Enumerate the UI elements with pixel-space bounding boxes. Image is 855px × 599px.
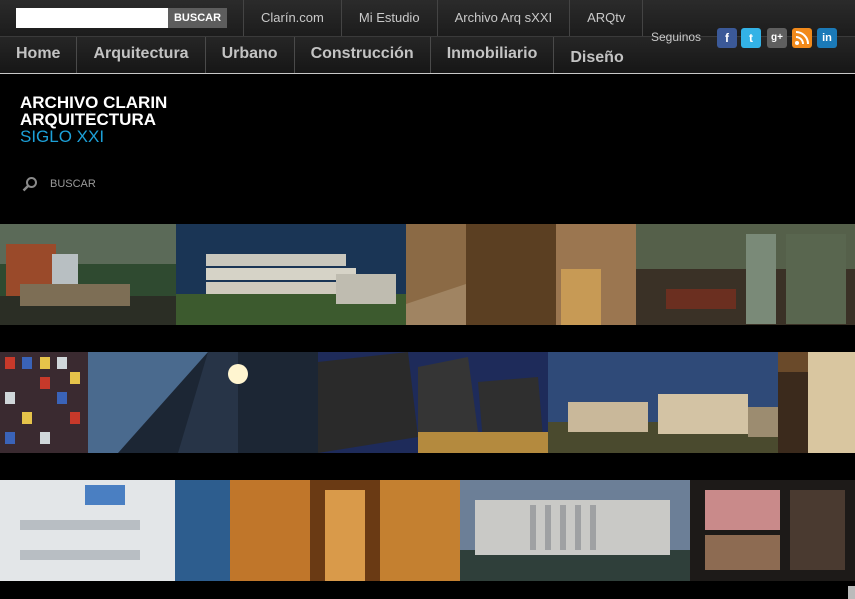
twitter-icon[interactable]: t (741, 28, 761, 48)
project-thumbnail[interactable] (690, 480, 855, 581)
header-search-input[interactable] (16, 8, 168, 28)
sidebar-search[interactable]: BUSCAR (22, 176, 96, 192)
nav-item-urbano[interactable]: Urbano (204, 37, 294, 73)
top-links: Clarín.com Mi Estudio Archivo Arq sXXI A… (243, 0, 644, 36)
project-thumbnail[interactable] (778, 352, 855, 453)
facebook-icon[interactable]: f (717, 28, 737, 48)
project-thumbnail[interactable] (406, 224, 636, 325)
logo-line-1[interactable]: ARCHIVO CLARIN (20, 94, 167, 111)
project-thumbnail[interactable] (460, 480, 690, 581)
sidebar-search-label: BUSCAR (50, 178, 96, 190)
top-link-clarin[interactable]: Clarín.com (243, 0, 341, 36)
rss-icon[interactable] (792, 28, 812, 48)
nav-item-inmobiliario[interactable]: Inmobiliario (429, 37, 554, 73)
scrollbar-thumb[interactable] (848, 586, 855, 599)
project-thumbnail[interactable] (318, 352, 548, 453)
nav-item-arquitectura[interactable]: Arquitectura (76, 37, 204, 73)
project-thumbnail[interactable] (0, 480, 230, 581)
search-icon (22, 177, 37, 192)
follow-label: Seguinos (651, 30, 702, 44)
logo-line-2[interactable]: ARQUITECTURA (20, 111, 156, 128)
top-link-mi-estudio[interactable]: Mi Estudio (340, 0, 437, 36)
linkedin-icon[interactable]: in (817, 28, 837, 48)
project-thumbnail[interactable] (0, 224, 176, 325)
project-thumbnail[interactable] (636, 224, 855, 325)
project-thumbnail[interactable] (230, 480, 460, 581)
logo-line-3[interactable]: SIGLO XXI (20, 128, 104, 145)
top-link-arqtv[interactable]: ARQtv (569, 0, 644, 36)
google-plus-icon[interactable]: g+ (767, 28, 787, 48)
project-thumbnail[interactable] (88, 352, 318, 453)
project-thumbnail[interactable] (176, 224, 406, 325)
nav-item-home[interactable]: Home (0, 37, 76, 73)
project-thumbnail[interactable] (0, 352, 88, 453)
header-search-button[interactable]: BUSCAR (168, 8, 227, 28)
top-link-archivo[interactable]: Archivo Arq sXXI (436, 0, 570, 36)
project-thumbnail[interactable] (548, 352, 778, 453)
nav-item-construccion[interactable]: Construcción (293, 37, 430, 73)
nav-item-diseno[interactable]: Diseño (553, 37, 639, 73)
